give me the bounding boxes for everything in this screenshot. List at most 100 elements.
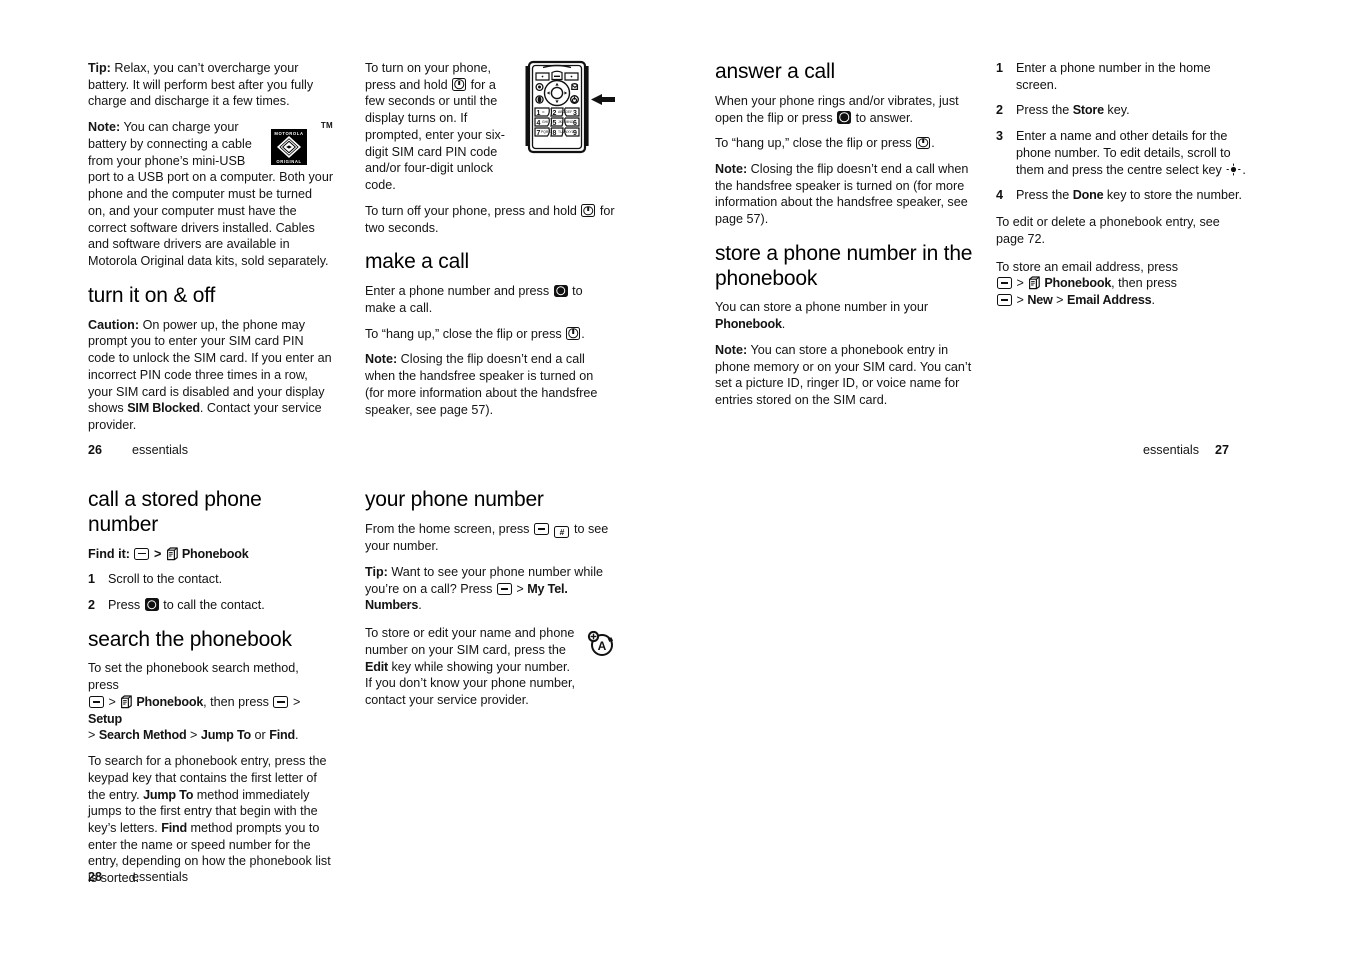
turn-on-text-2: for a few seconds or until the display t… — [365, 77, 505, 193]
store-email-line1: To store an email address, press — [996, 259, 1178, 274]
page28-column-3-empty — [715, 488, 977, 898]
store-number-steps: 1 Enter a phone number in the home scree… — [996, 60, 1246, 204]
logo-bottom-text: ORIGINAL — [276, 158, 302, 164]
then-press-text: , then press — [203, 694, 269, 709]
step-text-post: key to store the number. — [1103, 188, 1242, 203]
page-number: 27 — [1215, 443, 1230, 457]
power-key-icon — [581, 204, 596, 217]
answer-text-2: to answer. — [852, 110, 914, 125]
trademark-symbol: TM — [320, 121, 333, 131]
store-edit-text-1: To store or edit your name and phone num… — [365, 626, 575, 657]
list-item: 4 Press the Done key to store the number… — [996, 187, 1246, 204]
step-number: 1 — [996, 61, 1004, 75]
section-heading-store-a-phone-number: store a phone number in the phonebook — [715, 241, 973, 290]
centre-select-key-icon — [1226, 163, 1241, 176]
step-text: Press the Store key. — [1016, 102, 1246, 119]
turn-off-text-1: To turn off your phone, press and hold — [365, 203, 581, 218]
svg-text:GHI: GHI — [542, 120, 548, 124]
home-screen-text-1: From the home screen, press — [365, 521, 533, 536]
tip-text-2: . — [418, 598, 422, 613]
end-key-icon — [916, 136, 931, 150]
call-stored-number-steps: 1 Scroll to the contact. 2 Press to call… — [88, 571, 333, 613]
list-item: 1 Scroll to the contact. — [88, 571, 333, 588]
svg-text:3: 3 — [573, 110, 577, 117]
step-text-post: to call the contact. — [159, 597, 265, 612]
edit-key-term: Edit — [365, 659, 388, 674]
answer-paragraph: When your phone rings and/or vibrates, j… — [715, 93, 977, 126]
end-key-icon — [566, 327, 581, 340]
find-it-line: Find it: > Phonebook — [88, 546, 333, 564]
answer-note: Note: Closing the flip doesn’t end a cal… — [715, 161, 977, 228]
note-label: Note: — [365, 352, 398, 367]
page-number: 28 — [88, 870, 103, 884]
text-entry-a-icon: A — [587, 629, 615, 657]
svg-text:4: 4 — [537, 120, 541, 127]
call-key-icon — [553, 284, 568, 298]
sim-blocked-term: SIM Blocked — [127, 401, 200, 416]
svg-text:JKL: JKL — [558, 120, 564, 124]
svg-text:7: 7 — [537, 130, 541, 137]
list-item: 3 Enter a name and other details for the… — [996, 128, 1246, 178]
step-text-pre: Press — [108, 597, 144, 612]
gt-separator: > — [88, 728, 96, 743]
note-label: Note: — [715, 161, 748, 176]
hangup-paragraph: To “hang up,” close the flip or press . — [365, 326, 615, 343]
section-heading-call-a-stored-phone-number: call a stored phone number — [88, 488, 262, 536]
hangup-text-1: To “hang up,” close the flip or press — [715, 136, 916, 151]
email-address-menu-term: Email Address — [1067, 293, 1152, 308]
list-item: 2 Press to call the contact. — [88, 597, 333, 614]
gt-separator: > — [516, 581, 524, 596]
store-note: Note: You can store a phonebook entry in… — [715, 342, 977, 409]
note-text: Closing the flip doesn’t end a call when… — [715, 161, 969, 227]
footer-label: essentials — [132, 870, 189, 884]
find-menu-term: Find — [269, 728, 296, 743]
call-key-icon — [837, 111, 852, 124]
logo-top-text: MOTOROLA — [274, 130, 304, 136]
step-text-pre: Enter a name and other details for the p… — [1016, 129, 1231, 177]
make-call-paragraph: Enter a phone number and press to make a… — [365, 283, 615, 316]
footer-page-27: essentials 27 — [1143, 443, 1229, 457]
phonebook-menu-term: Phonebook — [136, 694, 204, 709]
menu-key-icon — [997, 294, 1012, 307]
tip-label: Tip: — [365, 565, 388, 579]
footer-page-26: 26 essentials — [88, 443, 188, 457]
svg-text:PQRS: PQRS — [541, 130, 551, 134]
search-description-paragraph: To search for a phonebook entry, press t… — [88, 753, 333, 887]
note-label: Note: — [715, 342, 748, 357]
page-number: 26 — [88, 443, 103, 457]
store-intro-text-1: You can store a phone number in your — [715, 300, 929, 315]
footer-label: essentials — [132, 443, 189, 457]
store-email-tail: , then press — [1111, 276, 1177, 291]
turn-off-paragraph: To turn off your phone, press and hold f… — [365, 203, 615, 236]
store-edit-text-2: key while showing your number. If you do… — [365, 659, 576, 708]
step-number: 2 — [996, 103, 1004, 118]
or-text: or — [254, 728, 266, 743]
phonebook-icon — [1028, 276, 1042, 290]
section-heading-search-the-phonebook: search the phonebook — [88, 627, 292, 651]
list-item: 1 Enter a phone number in the home scree… — [996, 60, 1246, 93]
jump-to-menu-term: Jump To — [200, 728, 252, 743]
store-email-paragraph: To store an email address, press > Phone… — [996, 259, 1246, 309]
phonebook-menu-term: Phonebook — [181, 546, 249, 561]
svg-text:WXYZ: WXYZ — [564, 130, 574, 134]
done-key-term: Done — [1072, 188, 1104, 203]
search-method-paragraph: To set the phonebook search method, pres… — [88, 660, 333, 744]
arrow-left-icon — [591, 94, 615, 105]
page26-column-2: 123 456 789 ∞ ABC DEF GHI JKL MNO PQRS TUV WXY… — [365, 60, 615, 445]
caution-paragraph: Caution: On power up, the phone may prom… — [88, 317, 333, 434]
page27-column-4: 1 Enter a phone number in the home scree… — [996, 60, 1246, 445]
phonebook-icon — [166, 546, 180, 561]
menu-key-icon — [997, 277, 1012, 290]
step-text-pre: Press the — [1016, 188, 1073, 203]
menu-key-icon — [89, 695, 104, 708]
find-it-label: Find it: — [88, 546, 130, 561]
hangup-text-1: To “hang up,” close the flip or press — [365, 326, 566, 341]
gt-separator: > — [153, 546, 162, 561]
phone-number-tip-paragraph: Tip: Want to see your phone number while… — [365, 564, 615, 614]
note-text: Closing the flip doesn’t end a call when… — [365, 352, 598, 417]
motorola-batwing-icon — [277, 136, 301, 159]
search-method-line1: To set the phonebook search method, pres… — [88, 661, 299, 693]
svg-text:8: 8 — [553, 130, 557, 137]
caution-label: Caution: — [88, 317, 140, 332]
call-key-icon — [144, 598, 159, 611]
